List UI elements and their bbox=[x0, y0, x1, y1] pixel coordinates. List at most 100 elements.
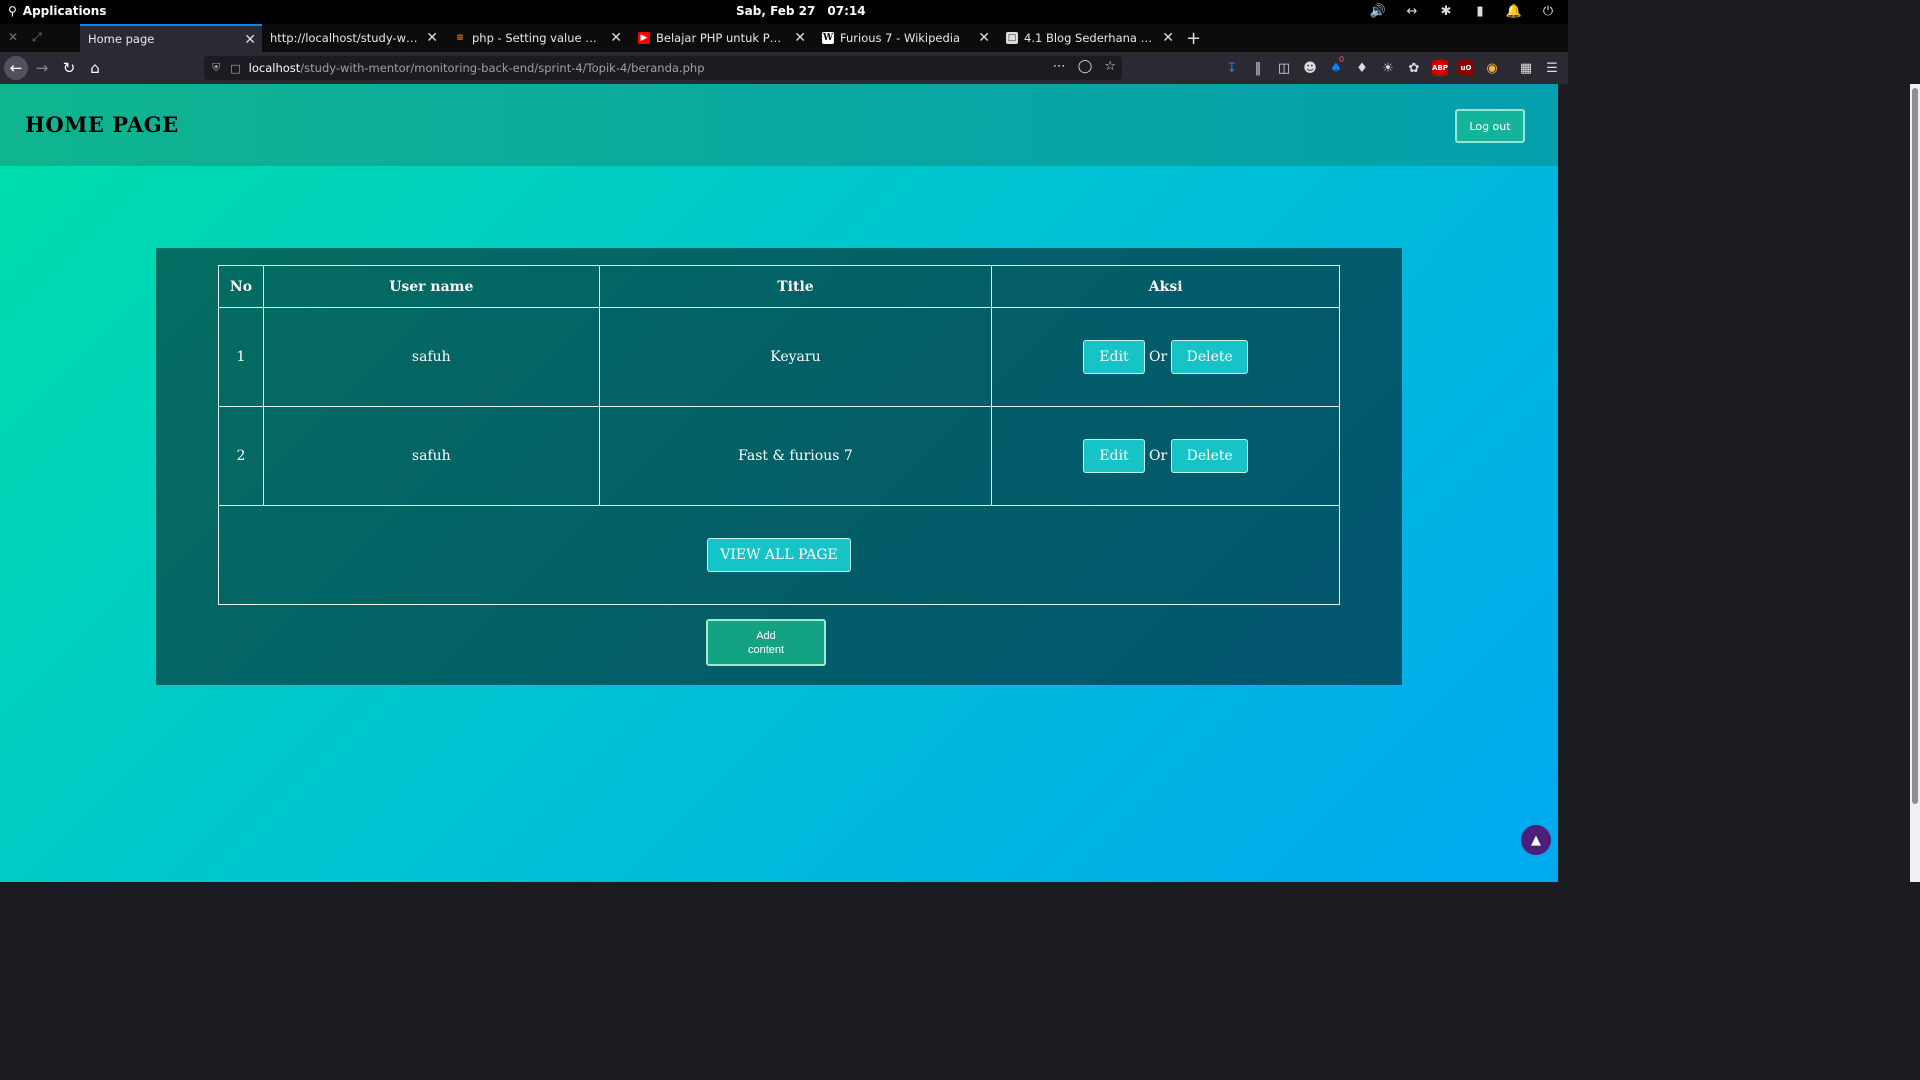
table-header-row: No User name Title Aksi bbox=[218, 265, 1340, 308]
search-icon: ⚲ bbox=[8, 4, 17, 18]
page-actions-icon[interactable]: ⋯ bbox=[1053, 59, 1066, 74]
tab-title: Belajar PHP untuk PEMULA | bbox=[656, 31, 786, 45]
reload-icon[interactable]: ↻ bbox=[57, 56, 81, 80]
extension-puzzle-icon[interactable]: ♦ bbox=[1354, 60, 1370, 76]
clock-date: Sab, Feb 27 bbox=[736, 4, 816, 18]
hamburger-menu-icon[interactable]: ☰ bbox=[1544, 60, 1560, 76]
cell-actions: Edit Or Delete bbox=[991, 307, 1340, 407]
add-content-label-line2: content bbox=[747, 643, 785, 656]
tab-title: 4.1 Blog Sederhana on #4 sha bbox=[1024, 31, 1154, 45]
home-icon[interactable]: ⌂ bbox=[83, 56, 107, 80]
os-top-bar: ⚲ Applications Sab, Feb 27 07:14 🔊 ↔ ✱ ▮… bbox=[0, 0, 1568, 24]
bluetooth-icon[interactable]: ✱ bbox=[1438, 3, 1454, 19]
close-tab-icon[interactable]: ✕ bbox=[426, 30, 438, 46]
pocket-icon[interactable]: ◯ bbox=[1078, 59, 1093, 74]
tab-title: php - Setting value of a HTML bbox=[472, 31, 602, 45]
privacy-badger-icon[interactable]: ▲ bbox=[1521, 825, 1551, 855]
tab-localhost[interactable]: http://localhost/study-with-mentor/ ✕ bbox=[262, 24, 444, 52]
forward-arrow-icon[interactable]: → bbox=[30, 56, 54, 80]
table-footer-row: VIEW ALL PAGE bbox=[218, 505, 1340, 605]
table-row: 1 safuh Keyaru Edit Or Delete bbox=[218, 307, 1340, 407]
url-path: /study-with-mentor/monitoring-back-end/s… bbox=[300, 61, 705, 75]
address-bar-actions: ⋯ ◯ ☆ bbox=[1053, 59, 1116, 74]
page-info-icon[interactable]: □ bbox=[230, 62, 240, 75]
navigation-bar: ← → ↻ ⌂ ⛨ □ localhost /study-with-mentor… bbox=[0, 52, 1568, 84]
tab-wikipedia[interactable]: W Furious 7 - Wikipedia ✕ bbox=[814, 24, 996, 52]
library-icon[interactable]: ‖ bbox=[1250, 60, 1266, 76]
tab-youtube[interactable]: ▶ Belajar PHP untuk PEMULA | ✕ bbox=[630, 24, 812, 52]
close-tab-icon[interactable]: ✕ bbox=[610, 30, 622, 46]
tab-title: http://localhost/study-with-mentor/ bbox=[270, 31, 418, 45]
page-header: HOME PAGE Log out bbox=[0, 84, 1558, 166]
add-content-label-line1: Add bbox=[756, 629, 776, 642]
logout-button[interactable]: Log out bbox=[1455, 109, 1525, 143]
scrollbar-thumb[interactable] bbox=[1912, 88, 1918, 804]
cell-title: Keyaru bbox=[598, 307, 993, 407]
stackoverflow-icon: ≡ bbox=[456, 33, 464, 43]
close-tab-icon[interactable]: ✕ bbox=[244, 32, 256, 48]
sidebar-icon[interactable]: ◫ bbox=[1276, 60, 1292, 76]
content-panel: No User name Title Aksi 1 safuh Keyaru E… bbox=[156, 248, 1402, 685]
cell-no: 1 bbox=[218, 307, 264, 407]
cell-user-name: safuh bbox=[262, 307, 600, 407]
close-tab-icon[interactable]: ✕ bbox=[978, 30, 990, 46]
volume-icon[interactable]: 🔊 bbox=[1370, 3, 1386, 19]
network-icon[interactable]: ↔ bbox=[1404, 3, 1420, 19]
page-title: HOME PAGE bbox=[25, 112, 179, 137]
web-page: HOME PAGE Log out No User name Title Aks… bbox=[0, 84, 1558, 882]
notification-bell-icon[interactable]: 🔔 bbox=[1506, 3, 1522, 19]
close-tab-icon[interactable]: ✕ bbox=[1162, 30, 1174, 46]
page-icon: □ bbox=[1006, 32, 1018, 44]
lightbulb-icon[interactable]: ☀ bbox=[1380, 60, 1396, 76]
close-tab-icon[interactable]: ✕ bbox=[794, 30, 806, 46]
download-icon[interactable]: ↧ bbox=[1224, 60, 1240, 76]
delete-button[interactable]: Delete bbox=[1171, 340, 1249, 374]
tab-title: Furious 7 - Wikipedia bbox=[840, 31, 961, 45]
cell-no: 2 bbox=[218, 406, 264, 506]
cell-actions: Edit Or Delete bbox=[991, 406, 1340, 506]
or-text: Or bbox=[1149, 349, 1168, 365]
or-text: Or bbox=[1149, 448, 1168, 464]
tracking-shield-icon[interactable]: ⛨ bbox=[212, 61, 220, 75]
posts-table: No User name Title Aksi 1 safuh Keyaru E… bbox=[218, 265, 1340, 605]
tab-blog[interactable]: □ 4.1 Blog Sederhana on #4 sha ✕ bbox=[998, 24, 1180, 52]
new-tab-plus-icon[interactable]: + bbox=[1186, 28, 1201, 49]
ublock-icon[interactable]: uO bbox=[1458, 60, 1474, 76]
translate-icon[interactable]: ◉ bbox=[1484, 60, 1500, 76]
tab-stackoverflow[interactable]: ≡ php - Setting value of a HTML ✕ bbox=[446, 24, 628, 52]
view-all-page-button[interactable]: VIEW ALL PAGE bbox=[707, 538, 851, 572]
edit-button[interactable]: Edit bbox=[1083, 439, 1146, 473]
account-icon[interactable]: ☻ bbox=[1302, 60, 1318, 76]
column-header-aksi: Aksi bbox=[991, 265, 1340, 308]
column-header-no: No bbox=[218, 265, 264, 308]
clock-time: 07:14 bbox=[827, 4, 866, 18]
add-content-button[interactable]: Add content bbox=[706, 619, 826, 666]
back-arrow-icon[interactable]: ← bbox=[4, 56, 28, 80]
applications-menu[interactable]: ⚲ Applications bbox=[8, 4, 106, 18]
clock[interactable]: Sab, Feb 27 07:14 bbox=[736, 4, 866, 18]
page-scrollbar[interactable] bbox=[1910, 84, 1920, 882]
cell-title: Fast & furious 7 bbox=[598, 406, 993, 506]
system-tray: 🔊 ↔ ✱ ▮ 🔔 ⏻ bbox=[1370, 3, 1556, 19]
feather-icon[interactable]: ✿ bbox=[1406, 60, 1422, 76]
edit-button[interactable]: Edit bbox=[1083, 340, 1146, 374]
table-row: 2 safuh Fast & furious 7 Edit Or Delete bbox=[218, 406, 1340, 506]
column-header-title: Title bbox=[598, 265, 993, 308]
power-icon[interactable]: ⏻ bbox=[1540, 3, 1556, 19]
delete-button[interactable]: Delete bbox=[1171, 439, 1249, 473]
restore-window-icon[interactable]: ⤢ bbox=[32, 30, 42, 45]
wikipedia-icon: W bbox=[822, 32, 834, 44]
close-window-icon[interactable]: ✕ bbox=[8, 30, 18, 44]
address-bar[interactable]: ⛨ □ localhost /study-with-mentor/monitor… bbox=[204, 56, 1122, 80]
tab-home-page[interactable]: Home page ✕ bbox=[80, 24, 262, 52]
extension-badge: 0 bbox=[1339, 55, 1345, 64]
column-header-user-name: User name bbox=[262, 265, 600, 308]
bookmark-star-icon[interactable]: ☆ bbox=[1104, 59, 1116, 74]
cell-user-name: safuh bbox=[262, 406, 600, 506]
battery-icon[interactable]: ▮ bbox=[1472, 3, 1488, 19]
view-all-cell: VIEW ALL PAGE bbox=[218, 505, 1340, 605]
tab-bar: ✕ ⤢ Home page ✕ http://localhost/study-w… bbox=[0, 24, 1568, 52]
adblock-icon[interactable]: ABP bbox=[1432, 60, 1448, 76]
applications-label: Applications bbox=[22, 4, 107, 18]
extensions-grid-icon[interactable]: ▦ bbox=[1518, 60, 1534, 76]
